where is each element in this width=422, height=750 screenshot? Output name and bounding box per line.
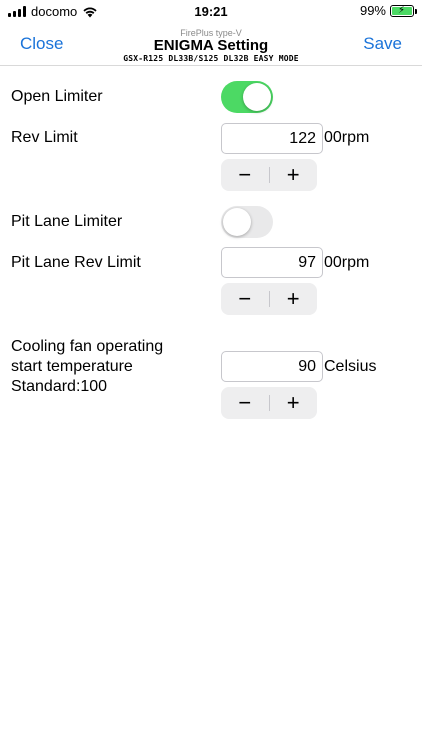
save-button[interactable]: Save: [363, 34, 402, 54]
rev-limit-decrement-button[interactable]: −: [221, 159, 269, 191]
battery-tip: [415, 8, 417, 14]
open-limiter-label: Open Limiter: [11, 88, 103, 105]
page-title: ENIGMA Setting: [153, 37, 269, 54]
pit-lane-rev-limit-unit: 00rpm: [324, 254, 370, 271]
rev-limit-label: Rev Limit: [11, 129, 78, 146]
status-bar: docomo 19:21 99% ⚡: [0, 0, 422, 22]
pit-lane-rev-limit-increment-button[interactable]: +: [269, 283, 317, 315]
battery-charging-icon: ⚡: [390, 4, 417, 17]
cooling-fan-increment-button[interactable]: +: [269, 387, 317, 419]
open-limiter-toggle[interactable]: [221, 81, 273, 113]
rev-limit-increment-button[interactable]: +: [269, 159, 317, 191]
cooling-fan-label-line1: Cooling fan operating: [11, 338, 164, 355]
pit-lane-rev-limit-stepper: − +: [221, 283, 317, 315]
pit-lane-rev-limit-decrement-button[interactable]: −: [221, 283, 269, 315]
pit-lane-limiter-label: Pit Lane Limiter: [11, 213, 123, 230]
mode-label: GSX-R125 DL33B/S125 DL32B EASY MODE: [123, 54, 299, 63]
status-right: 99% ⚡: [359, 3, 417, 18]
cooling-fan-label-line2: start temperature: [11, 358, 133, 375]
cooling-fan-temperature-input[interactable]: [221, 351, 323, 382]
cooling-fan-decrement-button[interactable]: −: [221, 387, 269, 419]
pit-lane-rev-limit-input[interactable]: [221, 247, 323, 278]
status-time: 19:21: [194, 4, 228, 19]
rev-limit-unit: 00rpm: [324, 129, 370, 146]
pit-lane-limiter-toggle[interactable]: [221, 206, 273, 238]
toggle-knob: [243, 83, 271, 111]
navigation-bar: Close FirePlus type-V ENIGMA Setting GSX…: [0, 22, 422, 66]
rev-limit-stepper: − +: [221, 159, 317, 191]
toggle-knob: [223, 208, 251, 236]
rev-limit-input[interactable]: [221, 123, 323, 154]
cooling-fan-stepper: − +: [221, 387, 317, 419]
cooling-fan-standard-label: Standard:100: [11, 378, 108, 395]
cooling-fan-unit: Celsius: [324, 358, 377, 375]
pit-lane-rev-limit-label: Pit Lane Rev Limit: [11, 254, 141, 271]
bolt-icon: ⚡: [398, 4, 406, 16]
battery-percent: 99%: [359, 3, 386, 18]
